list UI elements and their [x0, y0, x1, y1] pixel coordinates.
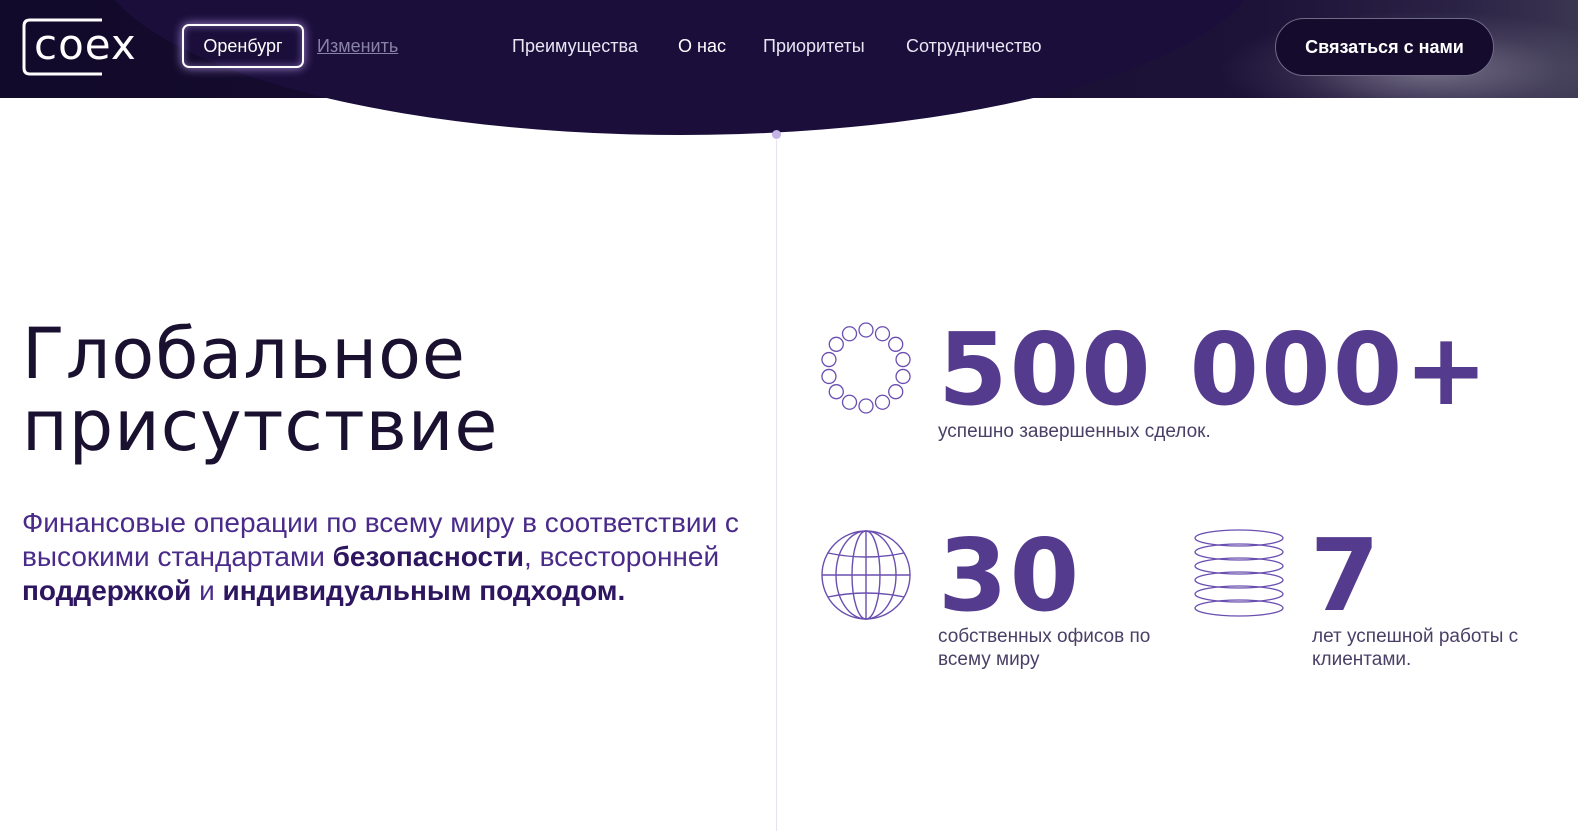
change-city-link[interactable]: Изменить [317, 36, 398, 57]
stat-years-caption: лет успешной работы с клиентами. [1312, 626, 1519, 670]
center-divider [776, 140, 777, 831]
stat-offices-value: 30 [938, 517, 1082, 634]
lead-part-2: , всесторонней [524, 541, 720, 572]
stat-deals-value: 500 000+ [938, 311, 1491, 428]
ring-circle [888, 336, 904, 352]
lead-bold-security: безопасности [332, 541, 525, 572]
nav-link-priorities[interactable]: Приоритеты [763, 36, 865, 57]
ring-circle [841, 394, 858, 410]
ring-circle [841, 326, 858, 342]
contact-button[interactable]: Связаться с нами [1275, 18, 1494, 76]
ring-circle [821, 368, 837, 385]
ring-circle [828, 384, 844, 400]
logo-text: coex [34, 20, 137, 69]
ring-of-circles-icon [821, 322, 911, 414]
globe-icon [821, 530, 911, 620]
ring-circle [828, 336, 844, 352]
arc-dot-decoration [772, 130, 781, 139]
ring-circle [821, 351, 837, 368]
hero-lead-text: Финансовые операции по всему миру в соот… [22, 506, 782, 608]
ring-circle [858, 322, 874, 338]
lead-bold-support: поддержкой [22, 575, 192, 606]
stacked-rings-icon [1194, 529, 1284, 617]
title-line-2: присутствие [22, 385, 499, 467]
nav-link-cooperation[interactable]: Сотрудничество [906, 36, 1042, 57]
ring-circle [895, 351, 911, 368]
lead-part-3: и [191, 575, 223, 606]
ring-circle [895, 368, 911, 385]
title-line-1: Глобальное [22, 313, 466, 395]
city-button[interactable]: Оренбург [182, 24, 304, 68]
ring-circle [874, 326, 891, 342]
stat-years-value: 7 [1310, 517, 1382, 634]
ring-circle [858, 398, 874, 414]
nav-link-advantages[interactable]: Преимущества [512, 36, 638, 57]
ring-circle [874, 394, 891, 410]
nav-link-about[interactable]: О нас [678, 36, 726, 57]
page-title: Глобальное присутствие [22, 318, 762, 462]
ring-circle [888, 384, 904, 400]
lead-bold-approach: индивидуальным подходом. [222, 575, 626, 606]
stat-deals-caption: успешно завершенных сделок. [938, 421, 1211, 442]
stat-offices-caption: собственных офисов по всему миру [938, 626, 1151, 670]
header-content: coex Оренбург Изменить Преимущества О на… [0, 0, 1578, 98]
